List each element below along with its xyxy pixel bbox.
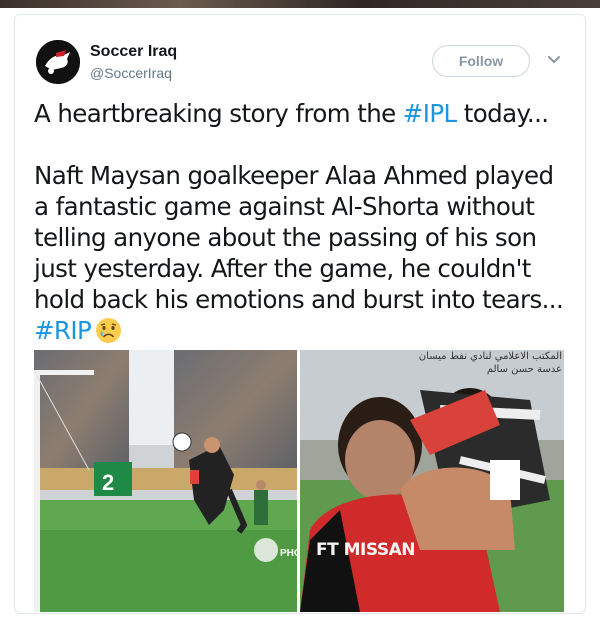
photo-credit-label: PHOT <box>280 548 297 559</box>
tweet-body-line: just yesterday. After the game, he could… <box>34 254 531 283</box>
follow-button[interactable]: Follow <box>432 45 530 77</box>
soccer-iraq-logo-icon <box>36 40 80 84</box>
tweet-body-line: telling anyone about the passing of his … <box>34 223 537 252</box>
account-handle[interactable]: @SoccerIraq <box>90 65 172 81</box>
hashtag-rip-link[interactable]: #RIP <box>34 316 92 345</box>
tweet-body-line: hold back his emotions and burst into te… <box>34 285 564 314</box>
tweet-line-1: A heartbreaking story from the #IPL toda… <box>34 98 570 129</box>
page-top-edge <box>0 0 600 8</box>
hashtag-ipl-link[interactable]: #IPL <box>403 99 457 128</box>
jersey-text: FT MISSAN <box>316 540 415 560</box>
account-display-name[interactable]: Soccer Iraq <box>90 43 177 61</box>
goalkeeper-save-photo[interactable]: 2 PHOT <box>34 350 297 612</box>
tweet-closing-line: #RIP <box>34 315 570 346</box>
photo-watermark-line-2: عدسة حسن سالم <box>486 364 562 375</box>
stadium-board-text: 2 <box>102 470 114 495</box>
chevron-down-icon[interactable] <box>544 50 564 70</box>
tweet-intro-text: A heartbreaking story from the <box>34 99 403 128</box>
tweet-text: A heartbreaking story from the #IPL toda… <box>34 98 570 346</box>
photo-watermark-line-1: المكتب الاعلامي لنادي نفط ميسان <box>418 351 562 362</box>
tweet-body-line: a fantastic game against Al-Shorta witho… <box>34 192 535 221</box>
tweet-intro-tail: today... <box>456 99 549 128</box>
photo-watermark: المكتب الاعلامي لنادي نفط ميسان عدسة حسن… <box>300 350 562 376</box>
crying-face-icon <box>95 317 122 344</box>
tweet-media[interactable]: 2 PHOT <box>34 350 564 612</box>
tweet-body-line: Naft Maysan goalkeeper Alaa Ahmed played <box>34 161 554 190</box>
avatar[interactable] <box>36 40 80 84</box>
goalkeeper-embrace-photo[interactable] <box>300 350 564 612</box>
